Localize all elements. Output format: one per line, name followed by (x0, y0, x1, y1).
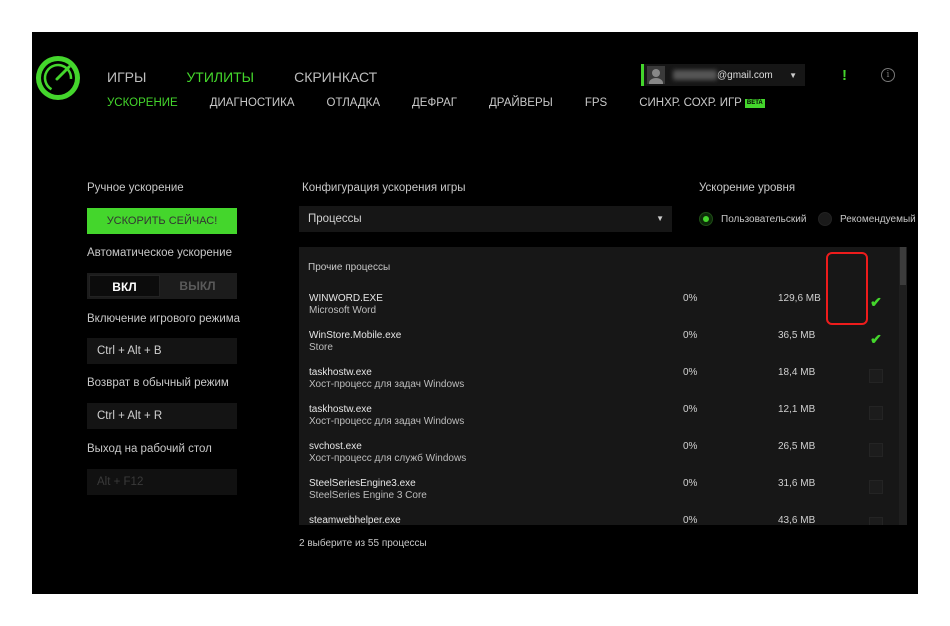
account-dropdown[interactable]: @gmail.com ▼ (641, 64, 805, 86)
desktop-hotkey-field[interactable]: Alt + F12 (87, 469, 237, 495)
app-window: ИГРЫ УТИЛИТЫ СКРИНКАСТ УСКОРЕНИЕ ДИАГНОС… (32, 32, 918, 594)
checkbox[interactable] (869, 517, 883, 525)
process-list[interactable]: Прочие процессы WINWORD.EXE Microsoft Wo… (299, 247, 907, 525)
checkbox[interactable] (869, 369, 883, 383)
config-title: Конфигурация ускорения игры (302, 182, 466, 194)
game-mode-hotkey-field[interactable]: Ctrl + Alt + B (87, 338, 237, 364)
table-row[interactable]: SteelSeriesEngine3.exe SteelSeries Engin… (299, 472, 899, 509)
boost-level-title: Ускорение уровня (699, 182, 796, 194)
subtab-drivers[interactable]: ДРАЙВЕРЫ (489, 97, 553, 109)
process-name: steamwebhelper.exe (309, 515, 401, 525)
process-cpu: 0% (683, 293, 698, 304)
process-name: WinStore.Mobile.exe (309, 330, 402, 341)
radio-recommended-label: Рекомендуемый (840, 213, 916, 225)
desktop-label: Выход на рабочий стол (87, 443, 212, 455)
table-row[interactable]: taskhostw.exe Хост-процесс для задач Win… (299, 361, 899, 398)
config-dropdown[interactable]: Процессы ▼ (299, 206, 672, 232)
process-mem: 31,6 MB (778, 478, 816, 489)
game-mode-label: Включение игрового режима (87, 313, 241, 325)
table-row[interactable]: WINWORD.EXE Microsoft Word 0% 129,6 MB ✔ (299, 287, 899, 324)
process-desc: SteelSeries Engine 3 Core (309, 490, 427, 501)
process-cpu: 0% (683, 367, 698, 378)
process-name: svchost.exe (309, 441, 362, 452)
process-cpu: 0% (683, 478, 698, 489)
process-desc: Microsoft Word (309, 305, 377, 316)
radio-recommended[interactable]: Рекомендуемый (818, 212, 916, 226)
radio-custom[interactable]: Пользовательский (699, 212, 806, 226)
beta-badge: BETA (744, 98, 765, 108)
email-redacted (673, 70, 717, 80)
checkbox[interactable] (869, 406, 883, 420)
manual-boost-label: Ручное ускорение (87, 182, 184, 194)
process-cpu: 0% (683, 330, 698, 341)
info-icon[interactable]: i (881, 68, 895, 82)
table-row[interactable]: svchost.exe Хост-процесс для служб Windo… (299, 435, 899, 472)
process-cpu: 0% (683, 441, 698, 452)
subtab-diagnostics[interactable]: ДИАГНОСТИКА (210, 97, 295, 109)
process-cpu: 0% (683, 515, 698, 525)
process-name: taskhostw.exe (309, 367, 372, 378)
process-desc: Хост-процесс для задач Windows (309, 379, 465, 390)
radio-unchecked-icon (818, 212, 832, 226)
auto-boost-label: Автоматическое ускорение (87, 247, 232, 259)
checkbox[interactable] (869, 443, 883, 457)
auto-boost-toggle[interactable]: ВКЛ ВЫКЛ (87, 273, 237, 299)
subtab-fps[interactable]: FPS (585, 97, 607, 109)
toggle-off[interactable]: ВЫКЛ (160, 275, 235, 297)
subtab-boost[interactable]: УСКОРЕНИЕ (107, 97, 178, 109)
subtab-debug[interactable]: ОТЛАДКА (327, 97, 380, 109)
process-cpu: 0% (683, 404, 698, 415)
process-mem: 129,6 MB (778, 293, 821, 304)
table-row[interactable]: WinStore.Mobile.exe Store 0% 36,5 MB ✔ (299, 324, 899, 361)
table-row[interactable]: taskhostw.exe Хост-процесс для задач Win… (299, 398, 899, 435)
scrollbar[interactable] (899, 247, 907, 525)
chevron-down-icon: ▼ (789, 70, 797, 80)
table-row[interactable]: steamwebhelper.exe 0% 43,6 MB (299, 509, 899, 525)
tab-screencast[interactable]: СКРИНКАСТ (294, 69, 377, 85)
process-desc: Store (309, 342, 333, 353)
process-name: WINWORD.EXE (309, 293, 383, 304)
scroll-thumb[interactable] (900, 247, 906, 285)
checkmark-icon[interactable]: ✔ (869, 332, 883, 346)
sub-nav: УСКОРЕНИЕ ДИАГНОСТИКА ОТЛАДКА ДЕФРАГ ДРА… (107, 97, 797, 109)
process-name: taskhostw.exe (309, 404, 372, 415)
normal-mode-label: Возврат в обычный режим (87, 377, 229, 389)
process-mem: 43,6 MB (778, 515, 816, 525)
checkmark-icon[interactable]: ✔ (869, 295, 883, 309)
radio-custom-label: Пользовательский (721, 213, 807, 225)
selection-summary: 2 выберите из 55 процессы (299, 538, 427, 549)
process-mem: 12,1 MB (778, 404, 816, 415)
process-desc: Хост-процесс для задач Windows (309, 416, 465, 427)
normal-mode-hotkey-field[interactable]: Ctrl + Alt + R (87, 403, 237, 429)
config-dropdown-value: Процессы (308, 213, 362, 225)
process-name: SteelSeriesEngine3.exe (309, 478, 416, 489)
subtab-defrag[interactable]: ДЕФРАГ (412, 97, 457, 109)
tab-utilities[interactable]: УТИЛИТЫ (186, 69, 254, 85)
tab-games[interactable]: ИГРЫ (107, 69, 146, 85)
chevron-down-icon: ▼ (656, 214, 664, 223)
main-nav: ИГРЫ УТИЛИТЫ СКРИНКАСТ (107, 69, 417, 85)
process-mem: 36,5 MB (778, 330, 816, 341)
radio-checked-icon (699, 212, 713, 226)
process-mem: 18,4 MB (778, 367, 816, 378)
checkbox[interactable] (869, 480, 883, 494)
exclamation-icon[interactable]: ! (842, 67, 847, 84)
process-mem: 26,5 MB (778, 441, 816, 452)
process-group-header: Прочие процессы (308, 262, 391, 273)
highlight-annotation (826, 252, 868, 325)
subtab-game-save-sync[interactable]: СИНХР. СОХР. ИГР BETA (639, 97, 765, 109)
account-email: @gmail.com (717, 69, 773, 81)
razer-cortex-logo-icon[interactable] (36, 56, 80, 100)
toggle-on[interactable]: ВКЛ (89, 275, 160, 297)
subtab-game-save-sync-label: СИНХР. СОХР. ИГР (639, 97, 742, 109)
process-desc: Хост-процесс для служб Windows (309, 453, 467, 464)
avatar (647, 66, 665, 84)
boost-now-button[interactable]: УСКОРИТЬ СЕЙЧАС! (87, 208, 237, 234)
